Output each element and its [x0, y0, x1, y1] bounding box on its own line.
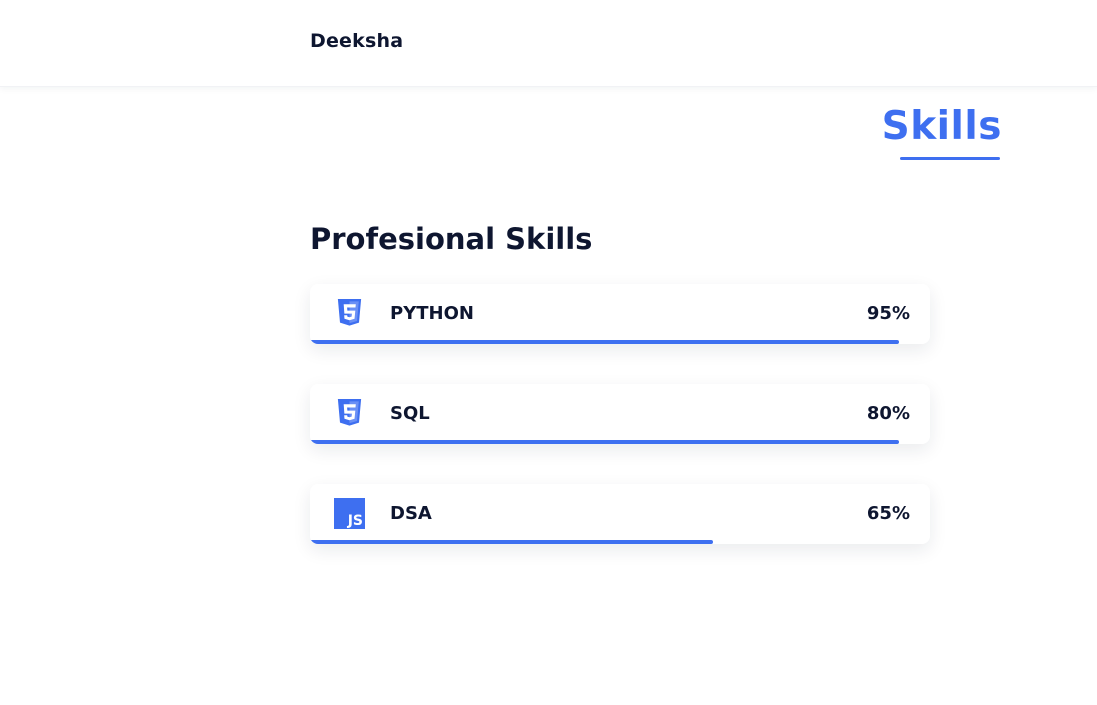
skill-percent: 80% [866, 403, 910, 424]
brand-name[interactable]: Deeksha [310, 30, 403, 52]
html5-icon [337, 298, 362, 326]
skill-progress-bar [310, 440, 899, 444]
section-title: Skills [881, 104, 1002, 149]
skill-percent: 65% [866, 503, 910, 524]
skill-percent: 95% [866, 303, 910, 324]
skills-subtitle: Profesional Skills [310, 222, 593, 256]
html5-icon [337, 398, 362, 426]
skill-card-sql: SQL 80% [310, 384, 930, 444]
js-icon-label: JS [347, 513, 363, 529]
skill-card-dsa: JS DSA 65% [310, 484, 930, 544]
site-header: Deeksha [0, 0, 1097, 87]
js-icon: JS [334, 498, 365, 529]
title-underline [900, 157, 1000, 160]
skill-name: SQL [390, 403, 430, 424]
skill-progress-bar [310, 540, 713, 544]
skill-card-python: PYTHON 95% [310, 284, 930, 344]
skill-progress-bar [310, 340, 899, 344]
skill-name: PYTHON [390, 303, 474, 324]
skill-name: DSA [390, 503, 432, 524]
